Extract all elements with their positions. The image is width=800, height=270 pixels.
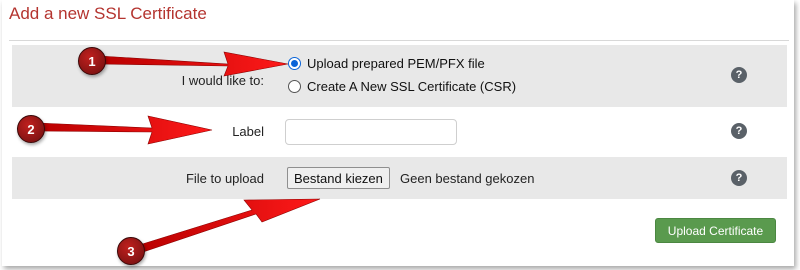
choose-file-button[interactable]: Bestand kiezen [287, 167, 390, 189]
mode-row: I would like to: Upload prepared PEM/PFX… [12, 45, 787, 107]
label-row: Label ? [12, 110, 787, 154]
radio-upload-label[interactable]: Upload prepared PEM/PFX file [307, 56, 485, 71]
annotation-badge-2: 2 [17, 115, 45, 143]
help-icon[interactable]: ? [731, 67, 747, 83]
radio-create-csr[interactable] [288, 80, 301, 93]
file-status-text: Geen bestand gekozen [400, 171, 535, 186]
help-icon[interactable]: ? [731, 170, 747, 186]
label-input[interactable] [285, 119, 457, 145]
radio-upload[interactable] [288, 57, 301, 70]
ssl-certificate-panel: Add a new SSL Certificate I would like t… [2, 0, 794, 266]
annotation-badge-1: 1 [78, 47, 106, 75]
file-label: File to upload [185, 171, 264, 186]
help-icon[interactable]: ? [731, 123, 747, 139]
radio-create-csr-option[interactable]: Create A New SSL Certificate (CSR) [288, 79, 516, 94]
radio-upload-option[interactable]: Upload prepared PEM/PFX file [288, 56, 485, 71]
page-title: Add a new SSL Certificate [9, 4, 207, 23]
upload-certificate-button[interactable]: Upload Certificate [655, 218, 776, 243]
radio-create-csr-label[interactable]: Create A New SSL Certificate (CSR) [307, 79, 516, 94]
annotation-badge-3: 3 [117, 237, 145, 265]
title-divider [9, 40, 789, 41]
mode-label: I would like to: [181, 73, 264, 88]
file-row: File to upload Bestand kiezen Geen besta… [12, 157, 787, 199]
label-field-label: Label [232, 124, 264, 139]
